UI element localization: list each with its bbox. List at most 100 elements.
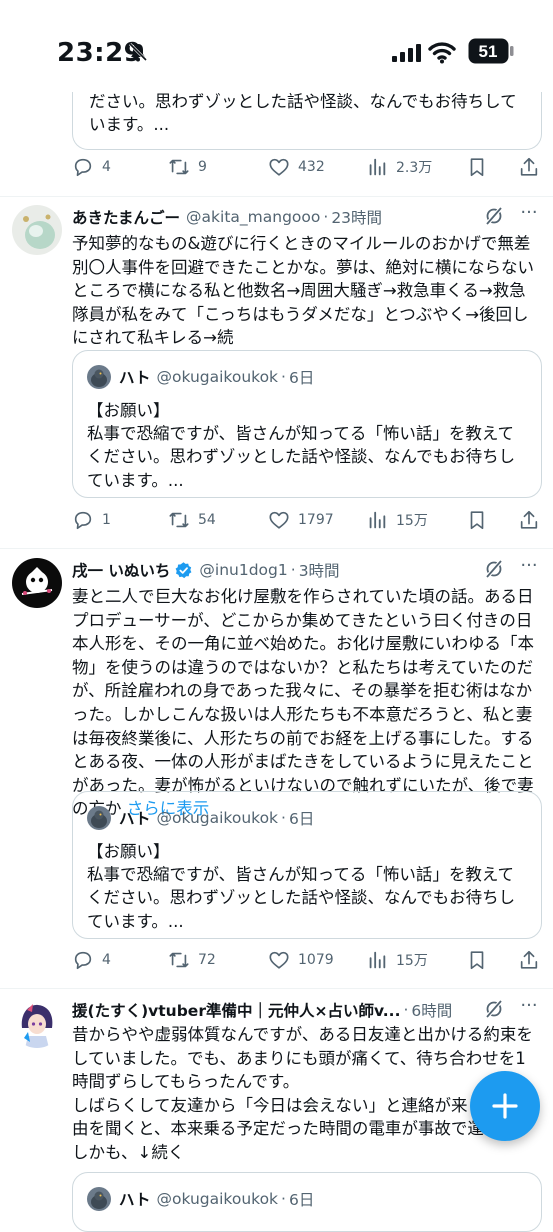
battery-icon: 51 bbox=[468, 38, 514, 64]
repost-count: 9 bbox=[198, 159, 207, 175]
views-icon bbox=[369, 951, 386, 969]
tweet-divider bbox=[0, 196, 553, 197]
views-icon bbox=[369, 158, 386, 176]
quoted-username: @okugaikoukok bbox=[156, 809, 279, 827]
tweet-actions: 4 72 1079 15万 bbox=[72, 947, 542, 973]
tweet-divider bbox=[0, 548, 553, 549]
quoted-tweet-card[interactable]: ハト @okugaikoukok · 6日 bbox=[72, 1172, 542, 1232]
repost-icon bbox=[169, 512, 189, 528]
reply-button[interactable]: 1 bbox=[72, 507, 111, 533]
bookmark-button[interactable] bbox=[466, 947, 488, 973]
separator-dot: · bbox=[323, 208, 329, 226]
signal-icon bbox=[392, 44, 421, 62]
username[interactable]: @akita_mangooo bbox=[186, 208, 320, 226]
tweet-text: 昔からやや虚弱体質なんですが、ある日友達と出かける約束をしていました。でも、あま… bbox=[72, 1025, 533, 1162]
grok-icon[interactable] bbox=[484, 206, 504, 226]
views-button[interactable]: 2.3万 bbox=[366, 154, 432, 180]
share-icon bbox=[520, 950, 538, 969]
more-icon[interactable]: ··· bbox=[518, 204, 540, 228]
more-icon[interactable]: ··· bbox=[518, 557, 540, 581]
quoted-time: 6日 bbox=[288, 1191, 315, 1209]
reply-icon bbox=[74, 158, 92, 177]
quoted-tweet-header: ハト @okugaikoukok · 6日 bbox=[87, 1187, 314, 1211]
tweet-text: 予知夢的なもの&遊びに行くときのマイルールのおかげで無差別〇人事件を回避できたこ… bbox=[72, 234, 534, 348]
quoted-tweet-header: ハト @okugaikoukok · 6日 bbox=[87, 365, 314, 389]
quoted-tweet-text: ださい。思わずゾッとした話や怪談、なんでもお待ちしています。... bbox=[89, 92, 517, 134]
username[interactable]: @inu1dog1 bbox=[199, 561, 287, 579]
grok-icon[interactable] bbox=[484, 559, 504, 579]
quoted-time: 6日 bbox=[288, 810, 315, 828]
avatar[interactable] bbox=[12, 205, 62, 255]
quoted-display-name: ハト bbox=[119, 810, 151, 828]
repost-icon bbox=[169, 952, 189, 968]
quoted-tweet-header: ハト @okugaikoukok · 6日 bbox=[87, 806, 314, 830]
quoted-username: @okugaikoukok bbox=[156, 368, 279, 386]
quoted-tweet-text: 【お願い】 私事で恐縮ですが、皆さんが知ってる「怖い話」を教えてください。思わず… bbox=[87, 842, 516, 931]
repost-icon bbox=[169, 159, 189, 175]
repost-count: 54 bbox=[198, 512, 216, 528]
separator-dot: · bbox=[281, 809, 286, 827]
like-count: 1797 bbox=[298, 512, 334, 528]
bookmark-icon bbox=[470, 951, 484, 970]
repost-count: 72 bbox=[198, 952, 216, 968]
views-button[interactable]: 15万 bbox=[366, 507, 428, 533]
tweet-divider bbox=[0, 988, 553, 989]
share-button[interactable] bbox=[518, 507, 540, 533]
more-icon[interactable]: ··· bbox=[518, 997, 540, 1021]
avatar[interactable] bbox=[12, 998, 62, 1048]
tweet-text-content: 妻と二人で巨大なお化け屋敷を作らされていた頃の話。ある日プロデューサーが、どこか… bbox=[72, 587, 534, 819]
reply-count: 4 bbox=[102, 159, 111, 175]
quoted-tweet-card[interactable]: ハト @okugaikoukok · 6日 【お願い】 私事で恐縮ですが、皆さん… bbox=[72, 791, 542, 939]
wifi-icon bbox=[428, 42, 456, 64]
separator-dot: · bbox=[281, 1190, 286, 1208]
views-count: 2.3万 bbox=[396, 160, 433, 176]
display-name[interactable]: 援(たすく)vtuber準備中｜元仲人×占い師v... bbox=[72, 999, 400, 1021]
like-count: 432 bbox=[298, 159, 325, 175]
share-button[interactable] bbox=[518, 154, 540, 180]
separator-dot: · bbox=[403, 1001, 409, 1019]
tweet-time[interactable]: 6時間 bbox=[411, 999, 452, 1021]
quoted-display-name: ハト bbox=[119, 1191, 151, 1209]
quoted-avatar bbox=[87, 365, 111, 389]
reply-count: 4 bbox=[102, 952, 111, 968]
like-icon bbox=[269, 158, 289, 176]
bookmark-button[interactable] bbox=[466, 154, 488, 180]
repost-button[interactable]: 9 bbox=[168, 154, 207, 180]
quoted-display-name: ハト bbox=[119, 369, 151, 387]
quoted-tweet-card[interactable]: ハト @okugaikoukok · 6日 【お願い】 私事で恐縮ですが、皆さん… bbox=[72, 350, 542, 498]
reply-count: 1 bbox=[102, 512, 111, 528]
bookmark-icon bbox=[470, 511, 484, 530]
reply-icon bbox=[74, 511, 92, 530]
tweet-header: 援(たすく)vtuber準備中｜元仲人×占い師v... · 6時間 ··· bbox=[72, 997, 542, 1022]
tweet-header: 戌一 いぬいち @inu1dog1 · 3時間 ··· bbox=[72, 557, 542, 582]
separator-dot: · bbox=[281, 368, 286, 386]
views-icon bbox=[369, 511, 386, 529]
tweet-time[interactable]: 23時間 bbox=[331, 206, 382, 228]
compose-button[interactable] bbox=[470, 1071, 540, 1141]
share-button[interactable] bbox=[518, 947, 540, 973]
grok-icon[interactable] bbox=[484, 999, 504, 1019]
like-button[interactable]: 1797 bbox=[268, 507, 334, 533]
bookmark-icon bbox=[470, 158, 484, 177]
repost-button[interactable]: 54 bbox=[168, 507, 216, 533]
display-name[interactable]: 戌一 いぬいち bbox=[72, 559, 170, 581]
reply-button[interactable]: 4 bbox=[72, 947, 111, 973]
quoted-username: @okugaikoukok bbox=[156, 1190, 279, 1208]
tweet-actions: 1 54 1797 15万 bbox=[72, 507, 542, 533]
reply-icon bbox=[74, 951, 92, 970]
repost-button[interactable]: 72 bbox=[168, 947, 216, 973]
avatar[interactable] bbox=[12, 558, 62, 608]
reply-button[interactable]: 4 bbox=[72, 154, 111, 180]
views-button[interactable]: 15万 bbox=[366, 947, 428, 973]
battery-level: 51 bbox=[479, 42, 498, 61]
tweet-time[interactable]: 3時間 bbox=[299, 559, 340, 581]
views-count: 15万 bbox=[396, 513, 428, 529]
share-icon bbox=[520, 157, 538, 176]
tweet-actions: 4 9 432 2.3万 bbox=[72, 154, 542, 180]
separator-dot: · bbox=[290, 561, 296, 579]
like-button[interactable]: 432 bbox=[268, 154, 325, 180]
bookmark-button[interactable] bbox=[466, 507, 488, 533]
display-name[interactable]: あきたまんごー bbox=[72, 206, 180, 228]
views-count: 15万 bbox=[396, 953, 428, 969]
like-button[interactable]: 1079 bbox=[268, 947, 334, 973]
